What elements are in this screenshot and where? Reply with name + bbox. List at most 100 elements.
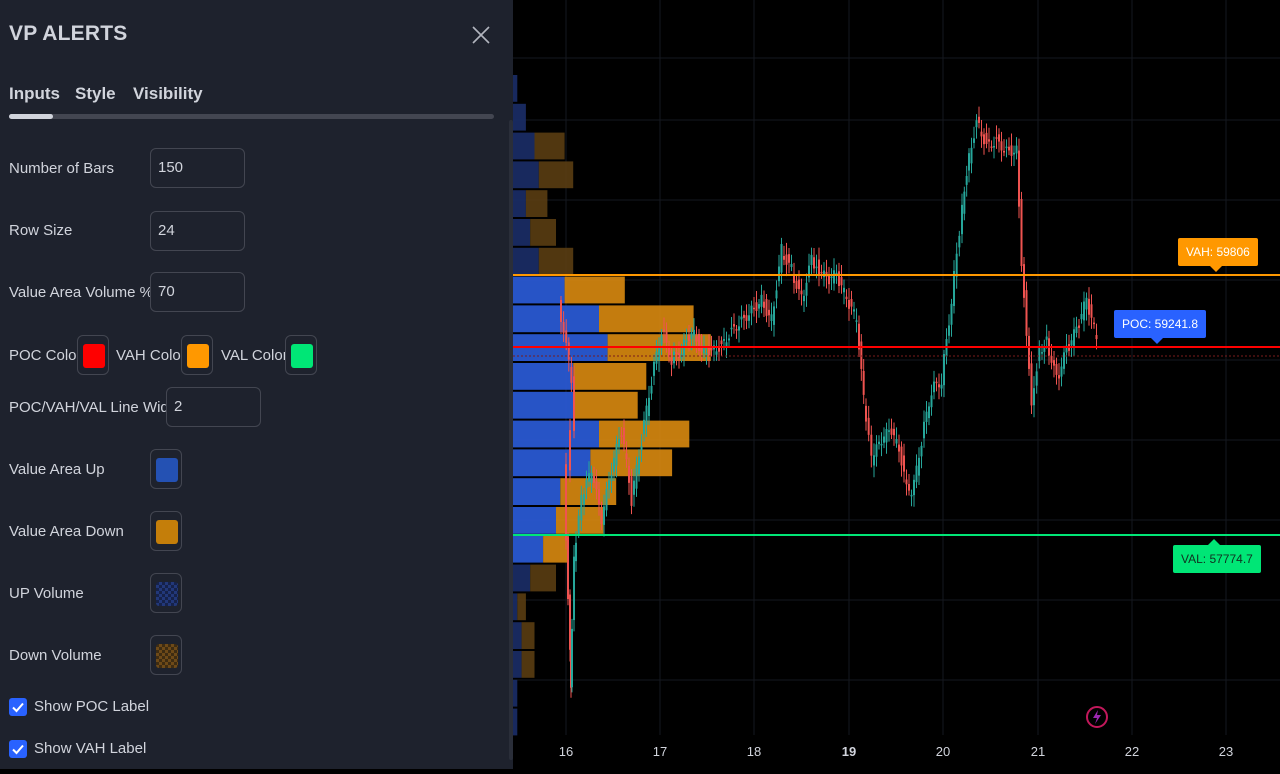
candle-body (815, 266, 818, 269)
candle-body (748, 315, 750, 321)
candle-body (753, 307, 755, 310)
candle-body (569, 430, 571, 471)
number-of-bars-input[interactable]: 150 (150, 148, 245, 188)
candle-body (620, 435, 623, 437)
candle-body (803, 295, 805, 302)
candle-body (798, 279, 800, 290)
candle-body (577, 515, 580, 535)
candle-body (1073, 329, 1075, 346)
profile-up-bar (513, 132, 535, 160)
candle-body (995, 137, 998, 139)
row-size-input[interactable]: 24 (150, 211, 245, 251)
candle-body (973, 138, 975, 143)
candle-body (1000, 141, 1003, 151)
candle-body (658, 346, 660, 361)
profile-up-bar (513, 679, 518, 707)
profile-up-bar (513, 219, 531, 246)
candle-body (655, 351, 658, 364)
checkmark-icon (12, 702, 24, 713)
show-vah-label-text: Show VAH Label (34, 740, 147, 757)
tab-style[interactable]: Style (75, 84, 116, 104)
vah-color-swatch[interactable] (181, 335, 213, 375)
val-color-swatch[interactable] (285, 335, 317, 375)
candle-body (1095, 335, 1098, 340)
candle-body (705, 352, 708, 355)
candle-body (800, 290, 803, 295)
poc-color-swatch[interactable] (77, 335, 109, 375)
candle-body (965, 175, 968, 185)
poc-color-fill (83, 344, 105, 368)
poc-price-label: POC: 59241.8 (1114, 310, 1207, 344)
value-area-down-fill (156, 520, 178, 544)
chart-area[interactable]: VAH: 59806 POC: 59241.8 VAL: 57774.7 16 … (513, 0, 1280, 769)
line-width-input[interactable]: 2 (166, 387, 261, 427)
candle-body (1088, 298, 1090, 315)
show-poc-label-checkbox[interactable] (9, 698, 27, 716)
candle-body (850, 299, 853, 307)
tab-inputs[interactable]: Inputs (9, 84, 60, 104)
settings-dialog: VP ALERTS Inputs Style Visibility Number… (0, 0, 513, 769)
up-volume-swatch[interactable] (150, 573, 182, 613)
candle-body (1055, 364, 1058, 375)
candle-body (1063, 352, 1065, 369)
candle-body (905, 479, 908, 485)
candle-body (880, 443, 883, 446)
candle-body (855, 320, 858, 322)
candle-body (805, 282, 808, 296)
close-icon[interactable] (468, 22, 494, 48)
val-price-label: VAL: 57774.7 (1173, 539, 1261, 573)
candle-body (660, 335, 663, 345)
candle-body (573, 376, 575, 431)
candle-body (693, 329, 695, 336)
candle-body (895, 439, 898, 444)
candle-body (608, 480, 610, 490)
candle-body (615, 444, 618, 466)
profile-down-bar (534, 132, 565, 160)
candle-body (663, 329, 665, 332)
candle-body (1025, 290, 1028, 336)
candle-body (650, 385, 653, 394)
candle-body (653, 361, 655, 376)
line-width-label: POC/VAH/VAL Line Width (9, 399, 182, 416)
candle-body (733, 324, 735, 327)
number-of-bars-label: Number of Bars (9, 160, 115, 177)
show-poc-label-text: Show POC Label (34, 698, 150, 715)
tab-visibility[interactable]: Visibility (133, 84, 203, 104)
value-area-volume-input[interactable]: 70 (150, 272, 245, 312)
value-area-up-swatch[interactable] (150, 449, 182, 489)
profile-up-bar (513, 305, 599, 333)
candle-body (690, 332, 693, 339)
candle-body (810, 254, 813, 265)
value-area-down-swatch[interactable] (150, 511, 182, 551)
down-volume-swatch[interactable] (150, 635, 182, 675)
candle-body (840, 277, 843, 286)
candle-body (1080, 313, 1083, 320)
candle-body (610, 474, 613, 482)
candle-body (630, 476, 633, 506)
candle-body (1078, 325, 1080, 328)
candle-body (720, 340, 723, 345)
show-vah-label-checkbox[interactable] (9, 740, 27, 758)
poc-label-text: POC: 59241.8 (1122, 317, 1199, 331)
candle-body (1083, 301, 1085, 321)
candle-body (985, 132, 988, 144)
candle-body (943, 354, 945, 386)
candle-body (843, 287, 845, 293)
profile-down-bar (573, 363, 647, 390)
x-tick-19: 19 (841, 744, 857, 759)
candle-body (993, 145, 995, 148)
candle-body (1015, 145, 1018, 154)
lightning-icon[interactable] (1085, 705, 1109, 729)
profile-down-bar (517, 593, 526, 621)
candle-body (743, 314, 745, 318)
candle-body (910, 494, 913, 497)
candle-body (648, 397, 650, 416)
profile-up-bar (513, 276, 565, 304)
val-label-arrow (1208, 539, 1220, 545)
up-volume-fill (156, 582, 178, 606)
candle-body (780, 244, 783, 273)
price-chart[interactable] (513, 0, 1280, 769)
profile-down-bar (521, 622, 535, 649)
val-color-label: VAL Color (221, 347, 288, 364)
candle-body (988, 139, 990, 142)
